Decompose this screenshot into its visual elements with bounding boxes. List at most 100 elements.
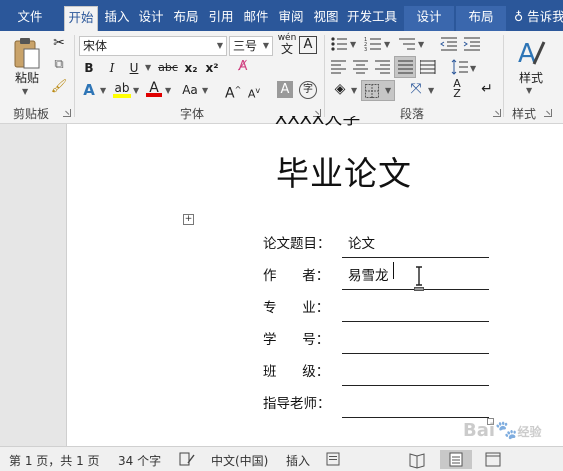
grow-font-button[interactable]: A^ (225, 81, 241, 103)
styles-button[interactable]: 样式 (512, 69, 550, 87)
word-count[interactable]: 34 个字 (118, 452, 161, 469)
highlight-icon[interactable]: ab (113, 79, 131, 98)
watermark-brand: Bai (463, 420, 496, 441)
phonetic-guide-button[interactable]: wén 文 (276, 33, 298, 55)
shading-icon[interactable]: ◈ (330, 80, 350, 98)
format-painter-icon[interactable]: 🖌 (50, 78, 68, 96)
font-name-combo[interactable]: 宋体 ▼ (79, 36, 227, 56)
decrease-indent-icon[interactable] (440, 36, 458, 52)
align-left-icon[interactable] (331, 60, 347, 74)
print-layout-button[interactable] (440, 450, 472, 469)
field-label-topic: 论文题目： (263, 236, 331, 252)
paragraph-launcher-icon[interactable] (493, 109, 501, 117)
justify-button[interactable] (394, 56, 416, 78)
field-label-advisor: 指导老师： (263, 396, 331, 412)
bold-button[interactable]: B (80, 59, 98, 77)
tab-developer[interactable]: 开发工具 (344, 6, 400, 31)
increase-indent-icon[interactable] (463, 36, 481, 52)
paste-icon[interactable] (12, 37, 42, 71)
proofing-icon[interactable] (179, 452, 195, 466)
numbering-icon[interactable]: 1 2 3 (364, 36, 382, 52)
underline-button[interactable]: U (126, 59, 142, 77)
underline-dropdown-icon[interactable]: ▼ (145, 63, 151, 72)
line-spacing-dropdown-icon[interactable]: ▼ (470, 64, 476, 73)
change-case-button[interactable]: Aa (180, 81, 200, 99)
font-color-dropdown-icon[interactable]: ▼ (165, 86, 171, 95)
tab-file[interactable]: 文件 (8, 6, 52, 31)
superscript-button[interactable]: x² (203, 59, 221, 77)
table-move-handle-icon[interactable]: + (183, 214, 194, 225)
sort-icon[interactable]: AZ (448, 78, 466, 99)
font-color-icon[interactable]: A (146, 79, 162, 97)
group-separator (74, 35, 75, 117)
field-value-topic[interactable]: 论文 (348, 232, 375, 252)
borders-dropdown-icon[interactable]: ▼ (385, 86, 391, 95)
text-effects-icon[interactable]: A (80, 81, 98, 99)
paste-button[interactable]: 粘贴 (10, 69, 44, 87)
field-label-author: 作 者： (263, 268, 330, 284)
strikethrough-button[interactable]: abc (156, 59, 180, 77)
tab-table-design[interactable]: 设计 (404, 6, 454, 31)
tab-table-layout[interactable]: 布局 (456, 6, 506, 31)
align-right-icon[interactable] (375, 60, 391, 74)
change-case-dropdown-icon[interactable]: ▼ (202, 86, 208, 95)
clipboard-group-label: 剪贴板 (12, 107, 49, 121)
field-underline (342, 321, 489, 322)
bullets-dropdown-icon[interactable]: ▼ (350, 40, 356, 49)
copy-icon[interactable]: ⧉ (50, 56, 68, 74)
cut-icon[interactable]: ✂ (50, 34, 68, 52)
page-count[interactable]: 第 1 页，共 1 页 (9, 452, 100, 469)
web-layout-icon[interactable] (484, 450, 502, 469)
show-marks-icon[interactable]: ↵ (478, 80, 496, 98)
tab-references[interactable]: 引用 (205, 6, 237, 31)
borders-button[interactable]: ▼ (361, 80, 395, 101)
insert-mode[interactable]: 插入 (286, 452, 310, 469)
language-indicator[interactable]: 中文(中国) (211, 452, 268, 469)
styles-launcher-icon[interactable] (544, 109, 552, 117)
highlight-dropdown-icon[interactable]: ▼ (133, 86, 139, 95)
clipboard-launcher-icon[interactable] (63, 109, 71, 117)
tab-design[interactable]: 设计 (135, 6, 167, 31)
enclose-characters-button[interactable]: 字 (299, 81, 317, 99)
tab-mailings[interactable]: 邮件 (240, 6, 272, 31)
read-mode-icon[interactable] (408, 450, 426, 469)
field-label-student-id: 学 号： (263, 332, 330, 348)
chevron-down-icon[interactable]: ▼ (263, 37, 269, 55)
tab-insert[interactable]: 插入 (101, 6, 133, 31)
macro-record-icon[interactable] (326, 452, 340, 466)
tab-layout[interactable]: 布局 (170, 6, 202, 31)
shading-dropdown-icon[interactable]: ▼ (351, 86, 357, 95)
font-size-combo[interactable]: 三号 ▼ (229, 36, 273, 56)
partial-heading: XXXX大学 (275, 116, 361, 128)
distributed-icon[interactable] (420, 60, 436, 74)
italic-button[interactable]: I (104, 59, 120, 77)
clear-formatting-icon[interactable]: A̸ (234, 58, 252, 76)
font-group-label: 字体 (179, 107, 204, 121)
shrink-font-button[interactable]: Av (246, 82, 262, 104)
subscript-button[interactable]: x₂ (182, 59, 200, 77)
field-underline (342, 385, 489, 386)
text-effects-dropdown-icon[interactable]: ▼ (100, 86, 106, 95)
field-underline (342, 257, 489, 258)
multilevel-dropdown-icon[interactable]: ▼ (418, 40, 424, 49)
styles-dropdown-icon[interactable]: ▼ (526, 86, 532, 95)
bullets-icon[interactable] (330, 36, 348, 52)
grow-font-label: A (225, 85, 235, 102)
line-spacing-icon[interactable] (451, 58, 469, 76)
chinese-layout-dropdown-icon[interactable]: ▼ (428, 86, 434, 95)
tab-home[interactable]: 开始 (64, 6, 98, 31)
tab-review[interactable]: 审阅 (275, 6, 307, 31)
tell-me-search[interactable]: ♁ 告诉我 (514, 6, 563, 28)
field-label-major: 专 业： (263, 300, 330, 316)
numbering-dropdown-icon[interactable]: ▼ (384, 40, 390, 49)
tab-view[interactable]: 视图 (310, 6, 342, 31)
character-border-icon[interactable]: A (299, 36, 317, 54)
align-center-icon[interactable] (353, 60, 369, 74)
chinese-layout-icon[interactable]: ⤧ (406, 80, 426, 98)
field-value-author[interactable]: 易雪龙 (348, 264, 389, 284)
styles-icon[interactable]: A (516, 36, 546, 68)
character-shading-button[interactable]: A (277, 81, 293, 98)
chevron-down-icon[interactable]: ▼ (217, 37, 223, 55)
paste-dropdown-icon[interactable]: ▼ (22, 87, 28, 96)
multilevel-list-icon[interactable] (398, 36, 416, 52)
